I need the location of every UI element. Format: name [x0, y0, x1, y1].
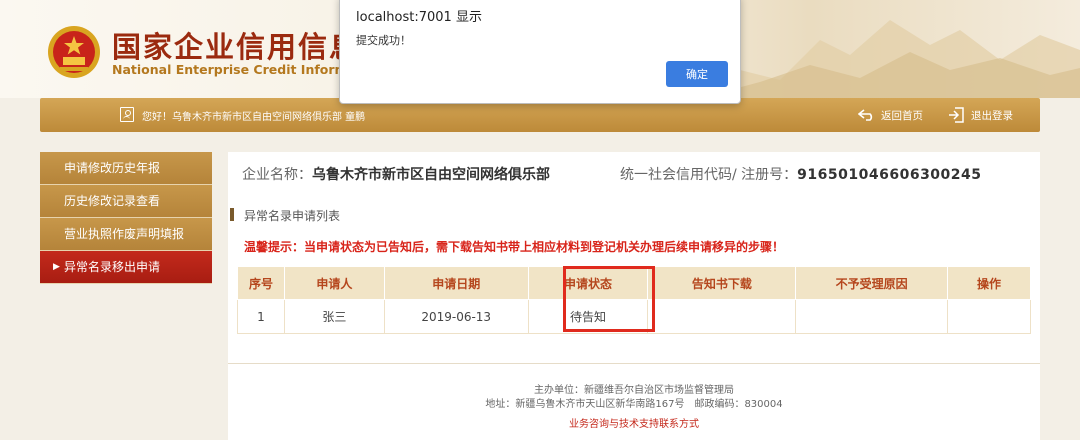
- col-header-index: 序号: [237, 266, 285, 300]
- sidebar-item-abnormal-list-removal[interactable]: ▶ 异常名录移出申请: [40, 251, 212, 284]
- site-title-en: National Enterprise Credit Informatio: [112, 62, 375, 77]
- mountain-decoration: [700, 20, 1080, 98]
- logout-link[interactable]: 退出登录: [948, 106, 1013, 124]
- col-header-applicant: 申请人: [283, 266, 385, 300]
- cell-index: 1: [237, 299, 285, 334]
- section-title: 异常名录申请列表: [230, 207, 340, 224]
- logout-icon: [949, 107, 964, 123]
- dialog-message: 提交成功！: [356, 34, 411, 47]
- warning-tip: 温馨提示：当申请状态为已告知后，需下载告知书带上相应材料到登记机关办理后续申请移…: [244, 240, 785, 254]
- footer-divider: [228, 363, 1040, 364]
- footer-address: 地址：新疆乌鲁木齐市天山区新华南路167号 邮政编码：830004: [485, 399, 783, 410]
- credit-code-label: 统一社会信用代码/ 注册号：: [620, 167, 798, 183]
- arrow-right-icon: ▶: [53, 262, 60, 272]
- credit-code-value: 916501046606300245: [797, 167, 982, 183]
- credit-code-row: 统一社会信用代码/ 注册号：916501046606300245: [620, 164, 982, 184]
- user-icon: [120, 107, 134, 122]
- dialog-title: localhost:7001 显示: [356, 10, 482, 25]
- user-greeting: 您好！乌鲁木齐市新市区自由空间网络俱乐部 童鹏: [142, 112, 366, 123]
- home-link[interactable]: 返回首页: [858, 106, 923, 124]
- footer-contact-link[interactable]: 业务咨询与技术支持联系方式: [228, 415, 1040, 430]
- company-name-row: 企业名称：乌鲁木齐市新市区自由空间网络俱乐部: [242, 164, 550, 184]
- sidebar-item-modify-history[interactable]: 历史修改记录查看: [40, 185, 212, 218]
- footer-sponsor: 主办单位：新疆维吾尔自治区市场监督管理局: [534, 385, 734, 396]
- sidebar-item-label: 异常名录移出申请: [64, 260, 161, 274]
- col-header-notice-download: 告知书下载: [647, 266, 797, 300]
- table-header-row: 序号 申请人 申请日期 申请状态 告知书下载 不予受理原因 操作: [237, 266, 1031, 300]
- sidebar-item-modify-annual-report[interactable]: 申请修改历史年报: [40, 152, 212, 185]
- cell-notice-download[interactable]: [647, 299, 797, 334]
- site-title-cn: 国家企业信用信息: [112, 30, 361, 64]
- logout-link-label: 退出登录: [971, 109, 1013, 122]
- col-header-date: 申请日期: [383, 266, 529, 300]
- table-row: 1 张三 2019-06-13 待告知: [237, 299, 1031, 334]
- sidebar-item-license-void-declaration[interactable]: 营业执照作废声明填报: [40, 218, 212, 251]
- application-table: 序号 申请人 申请日期 申请状态 告知书下载 不予受理原因 操作 1 张三 20…: [237, 266, 1031, 334]
- col-header-rejection-reason: 不予受理原因: [795, 266, 949, 300]
- dialog-ok-button[interactable]: 确定: [666, 61, 728, 87]
- sidebar-item-label: 申请修改历史年报: [64, 161, 161, 175]
- cell-action[interactable]: [947, 299, 1031, 334]
- national-emblem-icon: [48, 26, 100, 78]
- cell-applicant: 张三: [283, 299, 385, 334]
- sidebar-item-label: 营业执照作废声明填报: [64, 227, 185, 241]
- company-name-value: 乌鲁木齐市新市区自由空间网络俱乐部: [312, 167, 550, 183]
- alert-dialog: localhost:7001 显示 提交成功！ 确定: [339, 0, 741, 104]
- col-header-action: 操作: [947, 266, 1031, 300]
- sidebar-menu: 申请修改历史年报 历史修改记录查看 营业执照作废声明填报 ▶ 异常名录移出申请: [40, 152, 212, 284]
- company-name-label: 企业名称：: [242, 167, 312, 183]
- main-panel: 企业名称：乌鲁木齐市新市区自由空间网络俱乐部 统一社会信用代码/ 注册号：916…: [228, 152, 1040, 440]
- home-link-label: 返回首页: [881, 109, 923, 122]
- col-header-status: 申请状态: [527, 266, 649, 300]
- return-arrow-icon: [858, 109, 873, 121]
- cell-rejection-reason: [795, 299, 949, 334]
- cell-status: 待告知: [527, 299, 649, 334]
- sidebar-item-label: 历史修改记录查看: [64, 194, 161, 208]
- cell-date: 2019-06-13: [383, 299, 529, 334]
